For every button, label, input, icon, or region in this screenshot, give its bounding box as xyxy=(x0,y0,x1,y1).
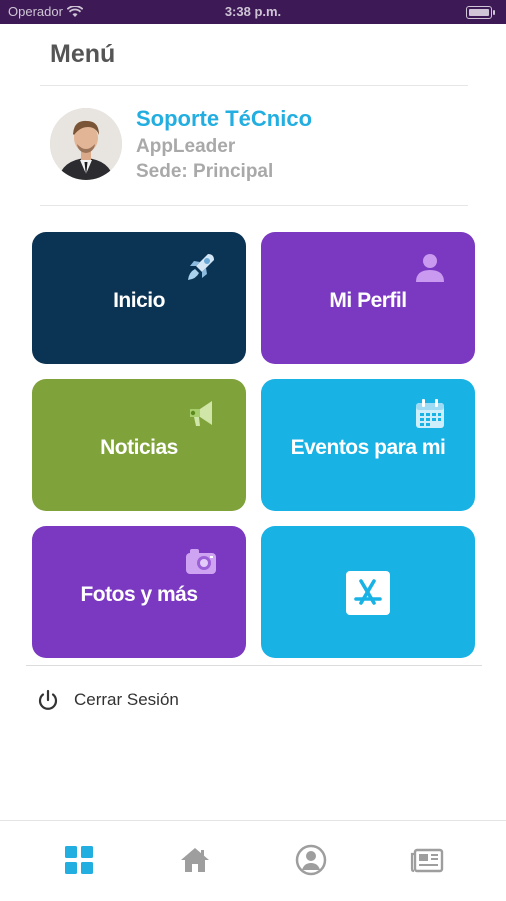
status-bar: Operador 3:38 p.m. xyxy=(0,0,506,24)
page-title: Menú xyxy=(50,40,116,68)
avatar-photo xyxy=(50,108,122,180)
divider xyxy=(40,205,468,206)
app-store-icon xyxy=(346,571,390,615)
avatar[interactable] xyxy=(50,108,122,180)
megaphone-icon xyxy=(190,401,212,426)
tile-label: Mi Perfil xyxy=(329,289,407,312)
camera-icon xyxy=(186,549,216,574)
news-icon[interactable] xyxy=(410,843,444,877)
user-name: Soporte TéCnico xyxy=(136,106,313,131)
status-time: 3:38 p.m. xyxy=(224,4,282,19)
logout-label: Cerrar Sesión xyxy=(74,690,179,709)
tile-fotos[interactable]: Fotos y más xyxy=(32,526,246,658)
tile-noticias[interactable]: Noticias xyxy=(32,379,246,511)
rocket-icon xyxy=(188,254,214,280)
tile-label: Fotos y más xyxy=(80,583,198,606)
tile-label: Noticias xyxy=(100,436,178,459)
calendar-icon xyxy=(416,399,444,428)
home-icon[interactable] xyxy=(178,843,212,877)
logout-button[interactable]: Cerrar Sesión xyxy=(36,688,179,712)
tile-inicio[interactable]: Inicio xyxy=(32,232,246,364)
profile-icon[interactable] xyxy=(294,843,328,877)
tile-label: Inicio xyxy=(113,289,165,312)
power-icon xyxy=(38,689,58,710)
divider xyxy=(26,665,482,666)
tile-label: Eventos para mi xyxy=(290,436,446,459)
grid-icon[interactable] xyxy=(62,843,96,877)
battery-icon xyxy=(466,6,495,19)
user-icon xyxy=(416,254,444,282)
tile-app-store[interactable] xyxy=(261,526,475,658)
user-sede: Sede: Principal xyxy=(136,161,274,182)
tab-bar xyxy=(0,820,506,901)
divider xyxy=(40,85,468,86)
tile-eventos[interactable]: Eventos para mi xyxy=(261,379,475,511)
user-app: AppLeader xyxy=(136,136,236,157)
tile-mi-perfil[interactable]: Mi Perfil xyxy=(261,232,475,364)
